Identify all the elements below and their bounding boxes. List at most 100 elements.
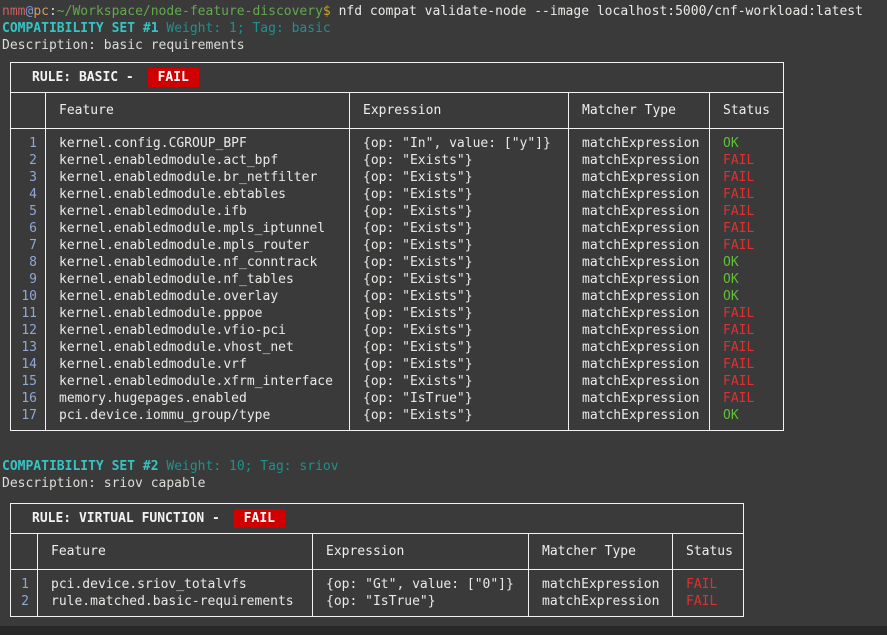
table-row: 16memory.hugepages.enabled{op: "IsTrue"}… [11, 390, 784, 407]
prompt-path: ~/Workspace/node-feature-discovery [57, 4, 323, 19]
table-row: 17pci.device.iommu_group/type{op: "Exist… [11, 407, 784, 431]
row-number-cell: 5 [11, 203, 46, 220]
matcher-type-cell: matchExpression [569, 152, 710, 169]
table-row: 12kernel.enabledmodule.vfio-pci{op: "Exi… [11, 322, 784, 339]
row-number-cell: 2 [11, 593, 38, 617]
feature-cell: kernel.enabledmodule.mpls_iptunnel [46, 220, 350, 237]
rule-table-virtual-function: RULE: VIRTUAL FUNCTION - FAIL Feature Ex… [10, 503, 744, 617]
table-row: 5kernel.enabledmodule.ifb{op: "Exists"}m… [11, 203, 784, 220]
matcher-type-cell: matchExpression [529, 570, 673, 594]
compat-set-1-header: COMPATIBILITY SET #1 Weight: 1; Tag: bas… [2, 20, 887, 37]
expression-cell: {op: "Exists"} [350, 254, 569, 271]
status-cell: FAIL [710, 373, 784, 390]
expression-cell: {op: "Exists"} [350, 288, 569, 305]
expression-cell: {op: "Exists"} [350, 373, 569, 390]
matcher-type-cell: matchExpression [569, 288, 710, 305]
expression-cell: {op: "Exists"} [350, 305, 569, 322]
status-cell: FAIL [710, 322, 784, 339]
row-number-cell: 4 [11, 186, 46, 203]
feature-cell: memory.hugepages.enabled [46, 390, 350, 407]
feature-cell: kernel.enabledmodule.ebtables [46, 186, 350, 203]
rule-status-badge: FAIL [234, 509, 285, 528]
expression-cell: {op: "Exists"} [350, 152, 569, 169]
status-cell: FAIL [710, 356, 784, 373]
row-number-cell: 13 [11, 339, 46, 356]
row-number-cell: 7 [11, 237, 46, 254]
matcher-type-cell: matchExpression [529, 593, 673, 617]
matcher-type-cell: matchExpression [569, 186, 710, 203]
expression-cell: {op: "Exists"} [350, 169, 569, 186]
compat-set-2-meta: Weight: 10; Tag: sriov [159, 459, 339, 474]
table-row: 2kernel.enabledmodule.act_bpf{op: "Exist… [11, 152, 784, 169]
table-row: 6kernel.enabledmodule.mpls_iptunnel{op: … [11, 220, 784, 237]
expression-cell: {op: "IsTrue"} [313, 593, 529, 617]
feature-cell: kernel.enabledmodule.vrf [46, 356, 350, 373]
expression-cell: {op: "Exists"} [350, 203, 569, 220]
prompt-dollar: $ [323, 4, 331, 19]
matcher-type-cell: matchExpression [569, 254, 710, 271]
expression-cell: {op: "IsTrue"} [350, 390, 569, 407]
expression-cell: {op: "Exists"} [350, 237, 569, 254]
status-cell: OK [710, 271, 784, 288]
status-cell: OK [710, 288, 784, 305]
column-header-row: Feature Expression Matcher Type Status [11, 93, 784, 129]
compat-set-1-meta: Weight: 1; Tag: basic [159, 21, 331, 36]
status-cell: FAIL [673, 570, 744, 594]
matcher-type-cell: matchExpression [569, 169, 710, 186]
feature-cell: kernel.enabledmodule.nf_conntrack [46, 254, 350, 271]
row-number-cell: 14 [11, 356, 46, 373]
prompt-username: nmm [2, 4, 25, 19]
matcher-type-cell: matchExpression [569, 237, 710, 254]
feature-cell: kernel.enabledmodule.overlay [46, 288, 350, 305]
status-cell: FAIL [710, 169, 784, 186]
table-row: 15kernel.enabledmodule.xfrm_interface{op… [11, 373, 784, 390]
matcher-type-cell: matchExpression [569, 220, 710, 237]
status-cell: FAIL [710, 152, 784, 169]
expression-cell: {op: "Gt", value: ["0"]} [313, 570, 529, 594]
feature-cell: kernel.enabledmodule.ifb [46, 203, 350, 220]
matcher-type-cell: matchExpression [569, 356, 710, 373]
rule-title: RULE: VIRTUAL FUNCTION - [32, 511, 228, 526]
compat-set-2-title: COMPATIBILITY SET #2 [2, 459, 159, 474]
table-row: 2rule.matched.basic-requirements{op: "Is… [11, 593, 744, 617]
col-header-expression: Expression [350, 93, 569, 129]
row-number-cell: 16 [11, 390, 46, 407]
table-row: 1pci.device.sriov_totalvfs{op: "Gt", val… [11, 570, 744, 594]
expression-cell: {op: "Exists"} [350, 356, 569, 373]
status-cell: FAIL [710, 237, 784, 254]
status-cell: FAIL [710, 305, 784, 322]
status-cell: OK [710, 129, 784, 153]
rule-header-row: RULE: VIRTUAL FUNCTION - FAIL [11, 504, 744, 534]
row-number-cell: 15 [11, 373, 46, 390]
prompt-hostname: pc [33, 4, 49, 19]
table-row: 10kernel.enabledmodule.overlay{op: "Exis… [11, 288, 784, 305]
row-number-cell: 8 [11, 254, 46, 271]
expression-cell: {op: "Exists"} [350, 322, 569, 339]
table-row: 7kernel.enabledmodule.mpls_router{op: "E… [11, 237, 784, 254]
expression-cell: {op: "Exists"} [350, 407, 569, 431]
row-number-cell: 1 [11, 129, 46, 153]
matcher-type-cell: matchExpression [569, 390, 710, 407]
col-header-index [11, 93, 46, 129]
row-number-cell: 1 [11, 570, 38, 594]
rule-title: RULE: BASIC - [32, 70, 142, 85]
table-row: 4kernel.enabledmodule.ebtables{op: "Exis… [11, 186, 784, 203]
feature-cell: kernel.enabledmodule.vfio-pci [46, 322, 350, 339]
row-number-cell: 11 [11, 305, 46, 322]
feature-cell: kernel.enabledmodule.vhost_net [46, 339, 350, 356]
table-row: 9kernel.enabledmodule.nf_tables{op: "Exi… [11, 271, 784, 288]
status-cell: FAIL [710, 220, 784, 237]
row-number-cell: 10 [11, 288, 46, 305]
expression-cell: {op: "Exists"} [350, 186, 569, 203]
status-cell: FAIL [710, 203, 784, 220]
compat-set-1-title: COMPATIBILITY SET #1 [2, 21, 159, 36]
shell-prompt-line: nmm@pc:~/Workspace/node-feature-discover… [2, 3, 887, 20]
matcher-type-cell: matchExpression [569, 129, 710, 153]
status-cell: OK [710, 407, 784, 431]
feature-cell: kernel.enabledmodule.nf_tables [46, 271, 350, 288]
matcher-type-cell: matchExpression [569, 271, 710, 288]
matcher-type-cell: matchExpression [569, 373, 710, 390]
feature-cell: pci.device.iommu_group/type [46, 407, 350, 431]
feature-cell: kernel.enabledmodule.br_netfilter [46, 169, 350, 186]
status-cell: OK [710, 254, 784, 271]
